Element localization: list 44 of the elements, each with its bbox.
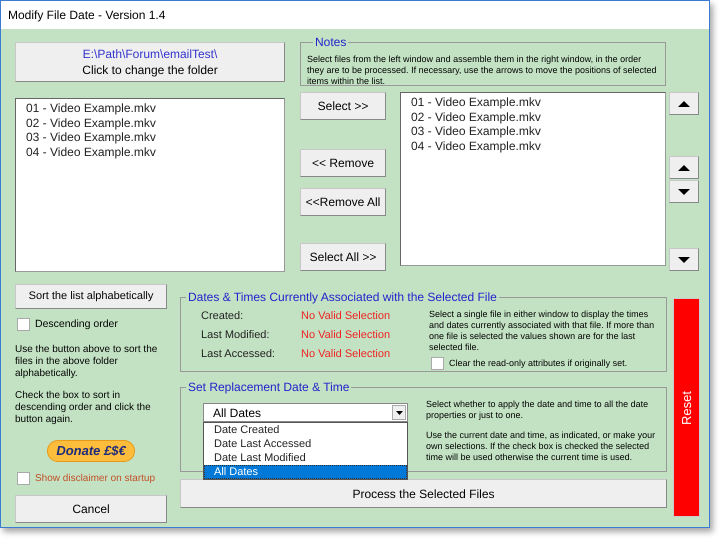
replacement-help-text: Select whether to apply the date and time to all the date properties or just to one. [426, 399, 650, 421]
dropdown-option[interactable]: Date Created [204, 423, 407, 437]
sort-help-text: Use the button above to sort the files in the above folder alphabetically. [15, 344, 158, 380]
date-value: No Valid Selection [301, 347, 390, 361]
checkbox-label: Clear the read-only attributes if originally set. [449, 357, 628, 370]
checkbox-label: Descending order [35, 317, 118, 332]
process-button[interactable]: Process the Selected Files [180, 479, 667, 508]
group-title: Notes [315, 35, 346, 49]
dropdown-option[interactable]: Date Last Modified [204, 451, 407, 465]
date-label: Created: [201, 309, 244, 323]
donate-button[interactable]: Donate £$€ [47, 440, 135, 462]
select-all-button[interactable]: Select All >> [300, 243, 386, 271]
dropdown-option[interactable]: All Dates [204, 465, 407, 479]
file-list[interactable]: 01 - Video Example.mkv 02 - Video Example.mkv 03 - Video Example.mkv 04 - Video Example.mkv [15, 98, 285, 272]
file-list-item[interactable]: 02 - Video Example.mkv [26, 116, 274, 130]
cancel-button[interactable]: Cancel [15, 494, 167, 523]
file-list-item[interactable]: 04 - Video Example.mkv [26, 144, 274, 159]
window-title: Modify File Date - Version 1.4 [8, 7, 166, 24]
date-label: Last Modified: [201, 328, 270, 342]
file-list-item[interactable]: 01 - Video Example.mkv [411, 95, 655, 110]
replacement-help-text: Use the current date and time, as indicated, or make your own selections. If the check box is checked the selected time will be used otherwise the current time is used. [426, 430, 656, 463]
file-list-item[interactable]: 03 - Video Example.mkv [411, 124, 655, 138]
file-list-item[interactable]: 01 - Video Example.mkv [26, 101, 274, 116]
reset-button[interactable]: Reset [673, 298, 700, 517]
sort-button[interactable]: Sort the list alphabetically [15, 284, 167, 309]
group-title: Dates & Times Currently Associated with the Selected File [188, 290, 497, 304]
file-list[interactable]: 01 - Video Example.mkv 02 - Video Example.mkv 03 - Video Example.mkv 04 - Video Example.mkv [400, 92, 666, 266]
file-list-item[interactable]: 04 - Video Example.mkv [411, 138, 655, 153]
date-dropdown[interactable]: All Dates [203, 403, 408, 422]
checkbox-label: Show disclaimer on startup [35, 472, 156, 486]
select-button[interactable]: Select >> [300, 92, 386, 120]
date-value: No Valid Selection [301, 328, 390, 342]
date-value: No Valid Selection [301, 309, 390, 323]
file-list-item[interactable]: 02 - Video Example.mkv [411, 110, 655, 124]
date-label: Last Accessed: [201, 347, 276, 361]
sort-help-text: Check the box to sort in descending order and click the button again. [15, 390, 152, 426]
file-list-item[interactable]: 03 - Video Example.mkv [26, 130, 274, 144]
notes-text: Select files from the left window and assemble them in the right window, in the order they are to be processed. If necessary, use the arrows to move the positions of selected items within the list. [307, 54, 658, 87]
group-title: Set Replacement Date & Time [188, 380, 350, 394]
remove-button[interactable]: << Remove [300, 149, 386, 177]
remove-all-button[interactable]: <<Remove All [300, 188, 386, 216]
dropdown-option[interactable]: Date Last Accessed [204, 437, 407, 451]
folder-button[interactable]: E:\Path\Forum\emailTest\ Click to change the folder [15, 42, 285, 82]
dates-help-text: Select a single file in either window to display the times and dates currently associated with that file. If more than one file is selected the values shown are for the last selected file. [429, 309, 656, 353]
